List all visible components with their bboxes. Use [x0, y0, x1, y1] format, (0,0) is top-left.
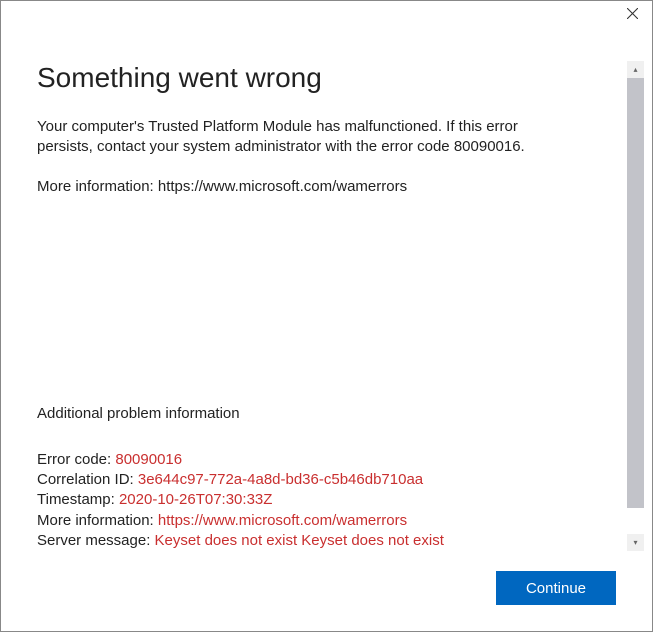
moreinfo-link[interactable]: https://www.microsoft.com/wamerrors	[158, 512, 407, 529]
detail-moreinfo: More information: https://www.microsoft.…	[37, 511, 611, 531]
chevron-down-icon: ▾	[633, 538, 637, 547]
detail-timestamp: Timestamp: 2020-10-26T07:30:33Z	[37, 490, 611, 510]
server-value: Keyset does not exist Keyset does not ex…	[155, 532, 444, 549]
timestamp-value: 2020-10-26T07:30:33Z	[119, 491, 272, 508]
moreinfo-label: More information:	[37, 512, 158, 529]
spacer	[37, 217, 611, 404]
timestamp-label: Timestamp:	[37, 491, 119, 508]
details-block: Error code: 80090016 Correlation ID: 3e6…	[37, 450, 611, 551]
detail-correlation: Correlation ID: 3e644c97-772a-4a8d-bd36-…	[37, 470, 611, 490]
dialog-body: Something went wrong Your computer's Tru…	[1, 33, 652, 561]
more-info-line: More information: https://www.microsoft.…	[37, 177, 577, 197]
detail-error-code: Error code: 80090016	[37, 450, 611, 470]
content-area: Something went wrong Your computer's Tru…	[37, 61, 627, 561]
detail-server: Server message: Keyset does not exist Ke…	[37, 531, 611, 551]
close-icon	[627, 6, 638, 24]
correlation-label: Correlation ID:	[37, 471, 138, 488]
chevron-up-icon: ▴	[633, 65, 637, 74]
scrollbar-thumb[interactable]	[627, 78, 644, 508]
titlebar	[1, 1, 652, 33]
scroll-up-button[interactable]: ▴	[627, 61, 644, 78]
additional-info-heading: Additional problem information	[37, 405, 611, 422]
error-code-value: 80090016	[115, 451, 182, 468]
vertical-scrollbar[interactable]: ▴ ▾	[627, 61, 644, 551]
correlation-value: 3e644c97-772a-4a8d-bd36-c5b46db710aa	[138, 471, 423, 488]
server-label: Server message:	[37, 532, 155, 549]
error-code-label: Error code:	[37, 451, 115, 468]
scroll-down-button[interactable]: ▾	[627, 534, 644, 551]
error-message: Your computer's Trusted Platform Module …	[37, 117, 577, 158]
close-button[interactable]	[612, 1, 652, 29]
dialog-footer: Continue	[1, 561, 652, 631]
dialog-title: Something went wrong	[37, 61, 611, 95]
continue-button[interactable]: Continue	[496, 571, 616, 605]
error-dialog: Something went wrong Your computer's Tru…	[0, 0, 653, 632]
